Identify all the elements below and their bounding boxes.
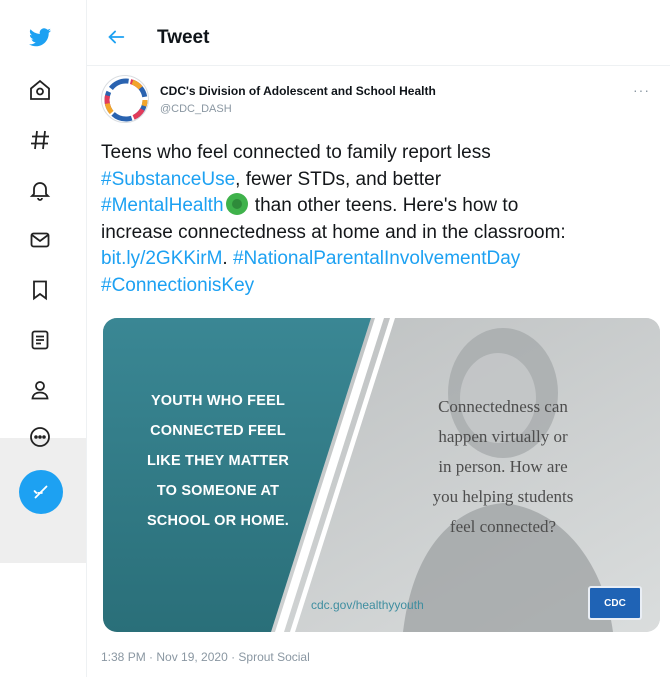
more-circle-icon[interactable] bbox=[27, 424, 53, 450]
avatar[interactable] bbox=[101, 75, 149, 123]
tweet-text-fragment: than other teens. Here's how to bbox=[249, 195, 519, 216]
tweet-text-line: bit.ly/2GKKirM. #NationalParentalInvolve… bbox=[101, 246, 661, 273]
tweet-text-line: increase connectedness at home and in th… bbox=[101, 221, 566, 243]
media-right-line: Connectedness can bbox=[438, 397, 568, 416]
short-url-link[interactable]: bit.ly/2GKKirM bbox=[101, 248, 222, 269]
nav-rail bbox=[0, 0, 86, 677]
media-left-line: CONNECTED FEEL bbox=[150, 423, 286, 439]
media-left-line: LIKE THEY MATTER bbox=[146, 453, 290, 469]
compose-tweet-button[interactable] bbox=[19, 470, 63, 514]
lists-icon[interactable] bbox=[27, 327, 53, 353]
tweet-text-fragment: , fewer STDs, and better bbox=[235, 168, 442, 190]
media-left-caption: YOUTH WHO FEEL CONNECTED FEEL LIKE THEY … bbox=[113, 386, 323, 536]
tweet-text: Teens who feel connected to family repor… bbox=[101, 140, 661, 299]
media-left-line: SCHOOL OR HOME. bbox=[146, 513, 290, 529]
author-handle[interactable]: @CDC_DASH bbox=[160, 103, 232, 115]
twitter-logo-icon[interactable] bbox=[27, 24, 53, 50]
notifications-bell-icon[interactable] bbox=[27, 177, 53, 203]
bookmarks-icon[interactable] bbox=[27, 277, 53, 303]
more-options-button[interactable]: ··· bbox=[633, 82, 650, 98]
media-right-line: in person. How are bbox=[438, 457, 568, 476]
tweet-timestamp[interactable]: 1:38 PM · Nov 19, 2020 · Sprout Social bbox=[101, 650, 310, 664]
explore-hash-icon[interactable] bbox=[27, 127, 53, 153]
hashtag-link[interactable]: #SubstanceUse bbox=[101, 169, 235, 190]
media-right-caption: Connectedness can happen virtually or in… bbox=[393, 392, 613, 542]
cdc-logo-text: CDC bbox=[604, 597, 626, 609]
home-icon[interactable] bbox=[27, 77, 53, 103]
rail-divider bbox=[86, 0, 87, 677]
hashtag-link[interactable]: #ConnectionisKey bbox=[101, 275, 254, 296]
tweet-text-line: #MentalHealth than other teens. Here's h… bbox=[101, 193, 661, 220]
green-heart-emoji-icon bbox=[225, 193, 248, 215]
profile-icon[interactable] bbox=[27, 377, 53, 403]
media-left-line: YOUTH WHO FEEL bbox=[150, 393, 286, 409]
media-right-line: you helping students bbox=[432, 487, 574, 506]
cdc-logo-badge: CDC bbox=[588, 586, 642, 620]
media-left-line: TO SOMEONE AT bbox=[156, 483, 280, 499]
hashtag-link[interactable]: #MentalHealth bbox=[101, 195, 224, 216]
tweet-text-fragment: . bbox=[222, 248, 233, 269]
tweet-text-line: #SubstanceUse, fewer STDs, and better bbox=[101, 167, 661, 194]
page-title: Tweet bbox=[157, 27, 210, 48]
media-right-line: happen virtually or bbox=[438, 427, 568, 446]
tweet-text-line: #ConnectionisKey bbox=[101, 273, 661, 300]
tweet-media-image[interactable]: YOUTH WHO FEEL CONNECTED FEEL LIKE THEY … bbox=[103, 318, 660, 632]
back-arrow-icon[interactable] bbox=[105, 26, 127, 48]
tweet-header: Tweet bbox=[87, 0, 670, 66]
media-right-line: feel connected? bbox=[449, 517, 557, 536]
author-name[interactable]: CDC's Division of Adolescent and School … bbox=[160, 84, 436, 98]
compose-feather-icon bbox=[33, 485, 48, 499]
cdc-dash-logo-icon bbox=[104, 78, 148, 122]
hashtag-link[interactable]: #NationalParentalInvolvementDay bbox=[233, 248, 520, 269]
tweet-text-line: Teens who feel connected to family repor… bbox=[101, 142, 491, 163]
messages-envelope-icon[interactable] bbox=[27, 227, 53, 253]
media-url-text: cdc.gov/healthyyouth bbox=[311, 598, 424, 612]
